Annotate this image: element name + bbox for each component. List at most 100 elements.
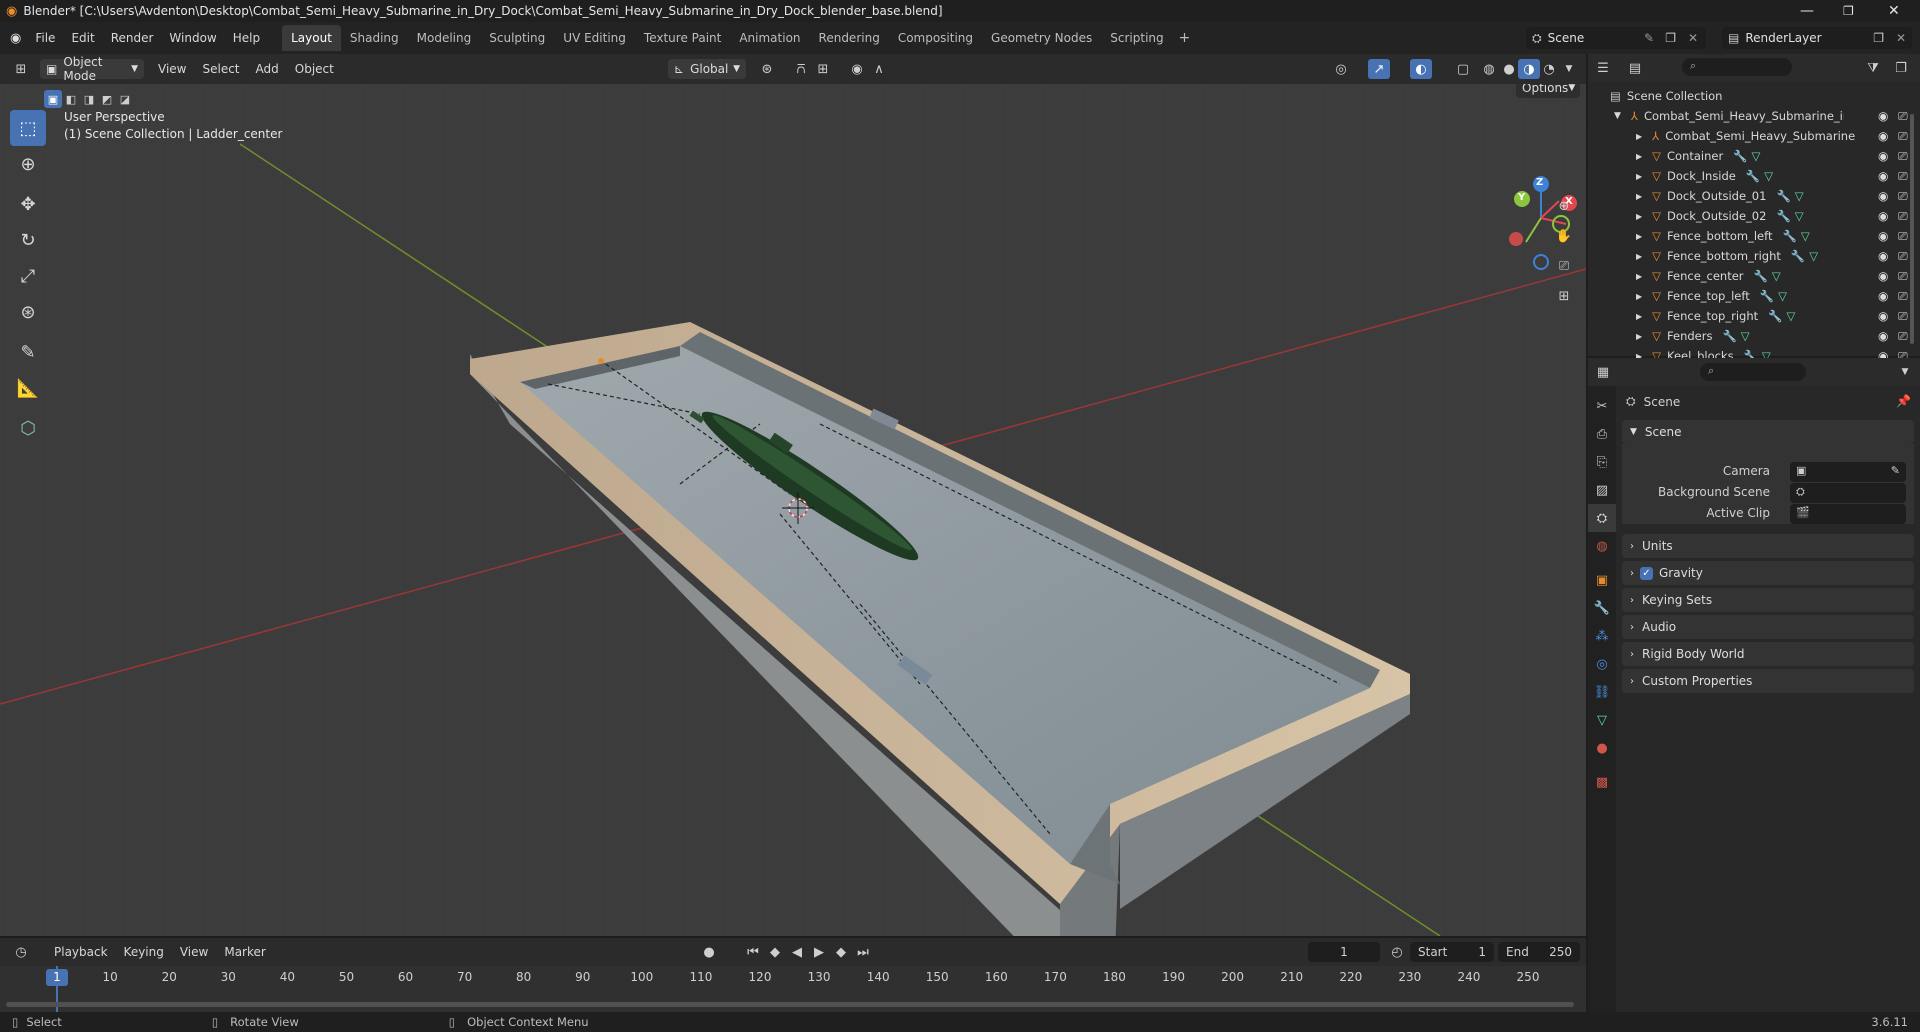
maximize-icon[interactable]: ❐ bbox=[1843, 4, 1854, 18]
gravity-panel[interactable]: › ✓ Gravity bbox=[1622, 561, 1914, 585]
camera-icon[interactable]: ⎚ bbox=[1898, 149, 1908, 164]
output-tab-icon[interactable]: ⎘ bbox=[1588, 448, 1616, 476]
3d-viewport[interactable]: Z X Y ▣ ◧ ◨ ◩ ◪ User Perspective (1) Sce… bbox=[0, 84, 1586, 936]
gizmo-toggle-icon[interactable]: ↗ bbox=[1368, 59, 1390, 79]
expand-arrow-icon[interactable]: ▶ bbox=[1636, 232, 1642, 241]
eye-icon[interactable]: ◉ bbox=[1878, 329, 1888, 343]
modifier-icon[interactable]: 🔧 bbox=[1722, 329, 1736, 343]
ortho-grid-icon[interactable]: ⊞ bbox=[1552, 284, 1576, 308]
tab-shading[interactable]: Shading bbox=[341, 25, 408, 51]
keying-sets-panel[interactable]: › Keying Sets bbox=[1622, 588, 1914, 612]
timeline-menu-playback[interactable]: Playback bbox=[46, 945, 116, 959]
play-icon[interactable]: ▶ bbox=[808, 942, 830, 962]
modifier-icon[interactable]: 🔧 bbox=[1733, 149, 1747, 163]
camera-icon[interactable]: ⎚ bbox=[1898, 249, 1908, 264]
scene-selector[interactable]: ⛭ Scene ✎ ❐ ✕ bbox=[1526, 27, 1706, 49]
delete-layer-icon[interactable]: ✕ bbox=[1896, 31, 1906, 45]
collapse-arrow-icon[interactable]: ▼ bbox=[1614, 111, 1621, 121]
add-cube-tool-icon[interactable]: ⬡ bbox=[10, 410, 46, 446]
eye-icon[interactable]: ◉ bbox=[1878, 289, 1888, 303]
modifier-icon[interactable]: 🔧 bbox=[1760, 289, 1774, 303]
camera-view-icon[interactable]: ⎚ bbox=[1552, 254, 1576, 278]
expand-arrow-icon[interactable]: ▶ bbox=[1636, 272, 1642, 281]
tab-layout[interactable]: Layout bbox=[282, 25, 341, 51]
outliner-item[interactable]: ▶ ▽ Fence_top_right 🔧 ▽ ◉ ⎚ bbox=[1588, 306, 1920, 326]
zoom-icon[interactable]: ⊕ bbox=[1552, 194, 1576, 218]
mesh-data-icon[interactable]: ▽ bbox=[1809, 249, 1818, 263]
pivot-icon[interactable]: ⊛ bbox=[756, 59, 778, 79]
outliner-item[interactable]: ▶ ▽ Container 🔧 ▽ ◉ ⎚ bbox=[1588, 146, 1920, 166]
expand-arrow-icon[interactable]: ▶ bbox=[1636, 252, 1642, 261]
properties-options-icon[interactable]: ▼ bbox=[1894, 362, 1916, 382]
rigid-body-world-panel[interactable]: › Rigid Body World bbox=[1622, 642, 1914, 666]
camera-icon[interactable]: ⎚ bbox=[1898, 169, 1908, 184]
overlay-toggle-icon[interactable]: ◐ bbox=[1410, 59, 1432, 79]
visibility-icon[interactable]: ◎ bbox=[1330, 59, 1352, 79]
camera-icon[interactable]: ⎚ bbox=[1898, 109, 1908, 124]
timeline-area[interactable]: 1102030405060708090100110120130140150160… bbox=[0, 966, 1586, 1012]
view-layer-tab-icon[interactable]: ▨ bbox=[1588, 476, 1616, 504]
annotate-tool-icon[interactable]: ✎ bbox=[10, 334, 46, 370]
current-frame-field[interactable]: 1 bbox=[1308, 942, 1380, 962]
display-mode-icon[interactable]: ▤ bbox=[1624, 58, 1646, 78]
mesh-data-icon[interactable]: ▽ bbox=[1764, 169, 1773, 183]
outliner-item[interactable]: ▶ ⅄ Combat_Semi_Heavy_Submarine ◉ ⎚ bbox=[1588, 126, 1920, 146]
menu-help[interactable]: Help bbox=[225, 31, 268, 45]
object-tab-icon[interactable]: ▣ bbox=[1588, 566, 1616, 594]
select-box-tool-icon[interactable]: ⬚ bbox=[10, 110, 46, 146]
camera-icon[interactable]: ⎚ bbox=[1898, 309, 1908, 324]
select-subtract-icon[interactable]: ◨ bbox=[80, 90, 98, 108]
outliner-editor-icon[interactable]: ☰ bbox=[1592, 58, 1614, 78]
solid-shading-icon[interactable]: ● bbox=[1498, 59, 1520, 79]
modifier-icon[interactable]: 🔧 bbox=[1791, 249, 1805, 263]
renderlayer-selector[interactable]: ▤ RenderLayer ❐ ✕ bbox=[1722, 27, 1912, 49]
eye-icon[interactable]: ◉ bbox=[1878, 269, 1888, 283]
mesh-data-icon[interactable]: ▽ bbox=[1752, 149, 1761, 163]
outliner-item[interactable]: ▶ ▽ Fenders 🔧 ▽ ◉ ⎚ bbox=[1588, 326, 1920, 346]
camera-icon[interactable]: ⎚ bbox=[1898, 189, 1908, 204]
scene-panel-header[interactable]: ▼ Scene bbox=[1622, 420, 1914, 444]
tab-compositing[interactable]: Compositing bbox=[889, 25, 982, 51]
viewport-menu-add[interactable]: Add bbox=[248, 62, 287, 76]
material-tab-icon[interactable]: ● bbox=[1588, 734, 1616, 762]
timeline-scrollbar[interactable] bbox=[6, 1002, 1574, 1007]
mesh-data-icon[interactable]: ▽ bbox=[1772, 269, 1781, 283]
delete-scene-icon[interactable]: ✕ bbox=[1688, 31, 1698, 45]
pan-hand-icon[interactable]: ✋ bbox=[1552, 224, 1576, 248]
expand-arrow-icon[interactable]: ▶ bbox=[1636, 172, 1642, 181]
transform-tool-icon[interactable]: ⊛ bbox=[10, 294, 46, 330]
play-reverse-icon[interactable]: ◀ bbox=[786, 942, 808, 962]
viewport-menu-select[interactable]: Select bbox=[194, 62, 247, 76]
outliner-search-input[interactable]: ⌕ bbox=[1682, 58, 1792, 76]
expand-arrow-icon[interactable]: ▶ bbox=[1636, 212, 1642, 221]
options-dropdown[interactable]: Options ▼ bbox=[1516, 84, 1580, 98]
next-keyframe-icon[interactable]: ◆ bbox=[830, 942, 852, 962]
render-tab-icon[interactable]: ⎙ bbox=[1588, 420, 1616, 448]
tab-rendering[interactable]: Rendering bbox=[810, 25, 889, 51]
eye-icon[interactable]: ◉ bbox=[1878, 189, 1888, 203]
tab-texture-paint[interactable]: Texture Paint bbox=[635, 25, 730, 51]
close-icon[interactable]: ✕ bbox=[1888, 3, 1900, 19]
end-frame-field[interactable]: End 250 bbox=[1498, 942, 1580, 962]
material-shading-icon[interactable]: ◑ bbox=[1518, 59, 1540, 79]
select-intersect-icon[interactable]: ◪ bbox=[116, 90, 134, 108]
audio-panel[interactable]: › Audio bbox=[1622, 615, 1914, 639]
eye-icon[interactable]: ◉ bbox=[1878, 169, 1888, 183]
eye-icon[interactable]: ◉ bbox=[1878, 209, 1888, 223]
pin-icon[interactable]: 📌 bbox=[1896, 394, 1911, 408]
modifier-icon[interactable]: 🔧 bbox=[1746, 169, 1760, 183]
modifier-tab-icon[interactable]: 🔧 bbox=[1588, 594, 1616, 622]
tab-animation[interactable]: Animation bbox=[730, 25, 809, 51]
outliner-item[interactable]: ▶ ▽ Fence_center 🔧 ▽ ◉ ⎚ bbox=[1588, 266, 1920, 286]
texture-tab-icon[interactable]: ▩ bbox=[1588, 768, 1616, 796]
camera-icon[interactable]: ⎚ bbox=[1898, 289, 1908, 304]
camera-icon[interactable]: ⎚ bbox=[1898, 269, 1908, 284]
mesh-data-icon[interactable]: ▽ bbox=[1778, 289, 1787, 303]
outliner-item[interactable]: ▶ ▽ Fence_bottom_right 🔧 ▽ ◉ ⎚ bbox=[1588, 246, 1920, 266]
constraints-tab-icon[interactable]: ⛓ bbox=[1588, 678, 1616, 706]
camera-icon[interactable]: ⎚ bbox=[1898, 209, 1908, 224]
scale-tool-icon[interactable]: ⤢ bbox=[10, 258, 46, 294]
new-collection-icon[interactable]: ❐ bbox=[1890, 58, 1912, 78]
data-tab-icon[interactable]: ▽ bbox=[1588, 706, 1616, 734]
properties-editor-icon[interactable]: ▦ bbox=[1592, 362, 1614, 382]
